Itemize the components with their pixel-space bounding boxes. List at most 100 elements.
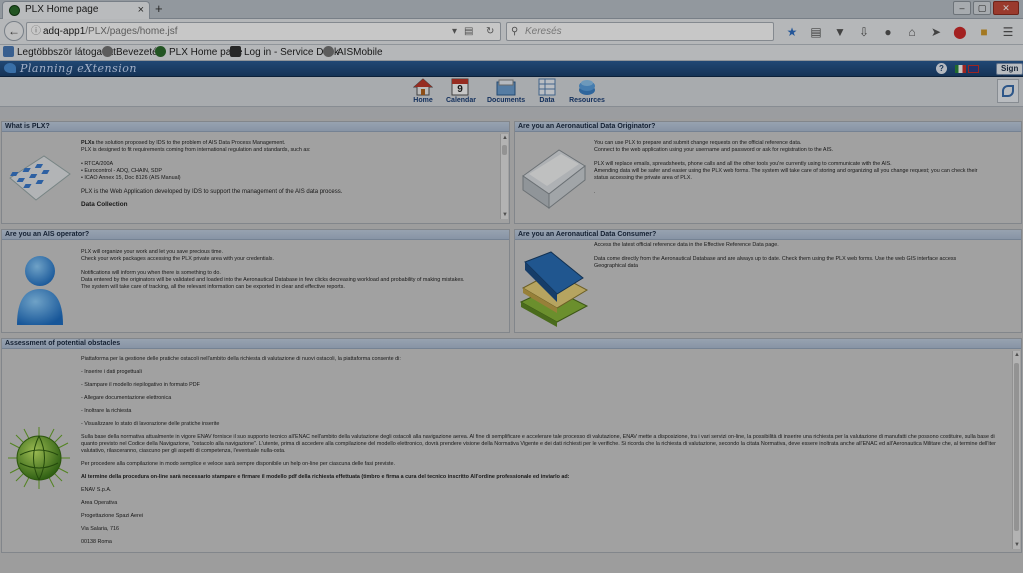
operator-text: PLX will organize your work and let you … [81,249,506,291]
globe-icon [323,46,334,57]
tab-title: PLX Home page [25,4,99,15]
scroll-up-icon[interactable]: ▲ [1013,351,1021,359]
user-avatar-icon [17,256,63,325]
address-line: Progettazione Spazi Aerei [81,513,144,519]
intro-bold: PLXs [81,140,95,146]
help-line: Per procedere alla compilazione in modo … [81,461,396,467]
scroll-thumb[interactable] [502,145,507,155]
panel-ais-operator: Are you an AIS operator? PLX will organi… [1,229,510,333]
bookmark-getting-started[interactable]: Bevezetés [102,45,163,61]
globe-icon [102,46,113,57]
panel-title: What is PLX? [2,122,509,132]
send-icon[interactable]: ➤ [924,23,948,41]
data-icon [538,78,556,96]
bookmarks-bar: Legtöbbször látogatott Bevezetés PLX Hom… [0,45,1023,61]
plx-favicon-icon [9,5,20,16]
tab-close-icon[interactable]: × [138,2,144,18]
separator-strip [0,107,1023,119]
bookmark-star-icon[interactable]: ★ [780,23,804,41]
pocket-icon[interactable]: ▼ [828,23,852,41]
standard-item: Eurocontrol - ADQ, CHAIN, SDP [84,168,162,174]
webapp-text: PLX is the Web Application developed by … [81,189,343,195]
bookmark-most-visited[interactable]: Legtöbbször látogatott [3,45,116,61]
url-bar[interactable]: ⓘ adq-app1/PLX/pages/home.jsf ▾ ▤ ↻ [26,22,501,41]
flag-english-icon[interactable] [968,65,979,73]
download-icon[interactable]: ⇩ [852,23,876,41]
panel-what-is-plx: What is PLX? PLXs the solution proposed … [1,121,510,224]
info-icon[interactable]: ⓘ [31,23,41,40]
app-logo[interactable]: Planning eXtension [4,62,137,76]
text-line: Data entered by the originators will be … [81,277,465,283]
maximize-button[interactable]: ▢ [973,1,991,15]
text-line [594,249,1019,256]
menu-label: Resources [569,97,605,104]
minimize-button[interactable]: ‒ [953,1,971,15]
panel-data-originator: Are you an Aeronautical Data Originator?… [514,121,1022,224]
menu-data[interactable]: Data [537,78,557,104]
feature-item: - Allegare documentazione elettronica [81,395,172,401]
menu-home[interactable]: Home [411,78,435,104]
address-line: 00138 Roma [81,539,112,545]
menu-calendar[interactable]: 9 Calendar [446,78,476,104]
menu-documents[interactable]: Documents [487,78,525,104]
scroll-thumb[interactable] [1014,363,1019,531]
menu-label: Calendar [446,97,476,104]
originator-text: You can use PLX to prepare and submit ch… [594,140,1019,196]
extension-icon[interactable]: ■ [972,23,996,41]
scroll-down-icon[interactable]: ▼ [501,211,509,219]
plx-description: PLXs the solution proposed by IDS to the… [81,140,491,208]
panel-body: You can use PLX to prepare and submit ch… [515,132,1021,224]
home-icon [413,78,433,96]
app-menu-bar: Home 9 Calendar Documents Data Resources [0,77,1023,107]
panel-scrollbar[interactable]: ▲ ▼ [500,134,508,219]
bookmark-folder-icon [3,46,14,57]
menu-label: Data [539,97,555,104]
text-line: Data come directly from the Aeronautical… [594,256,957,262]
panel-body: PLXs the solution proposed by IDS to the… [2,132,509,224]
intro-text: the solution proposed by IDS to the prob… [94,140,286,146]
menu-label: Documents [487,97,526,104]
search-placeholder: Keresés [525,26,562,37]
scroll-up-icon[interactable]: ▲ [501,134,509,142]
panel-scrollbar[interactable]: ▲ ▼ [1012,351,1020,549]
clipboard-icon[interactable]: ▤ [804,23,828,41]
adblock-icon[interactable]: ⬤ [948,23,972,41]
service-desk-icon [230,46,241,57]
standards-text: PLX is designed to fit requirements comi… [81,147,311,153]
text-line: . [594,189,596,195]
reload-icon[interactable]: ↻ [486,23,494,40]
menu-resources[interactable]: Resources [569,78,605,104]
panel-title: Assessment of potential obstacles [2,339,1021,349]
new-tab-button[interactable]: + [155,0,163,18]
data-collection-heading: Data Collection [81,201,128,208]
instructions-bold: Al termine della procedura on-line sarà … [81,474,570,480]
text-line [594,154,1019,161]
home-browser-icon[interactable]: ⌂ [900,23,924,41]
regulation-paragraph: Sulla base della normativa attualmente i… [81,434,996,454]
app-brand-icon[interactable] [997,79,1019,103]
bookmark-aismobile[interactable]: AISMobile [323,45,383,61]
reader-view-icon[interactable]: ▤ [464,23,473,40]
text-line: Notifications will inform you when there… [81,270,221,276]
url-path: /PLX/pages/home.jsf [85,26,178,37]
sign-in-button[interactable]: Sign in [996,63,1023,83]
back-arrow-icon[interactable]: ← [4,21,24,41]
browser-tab-bar: PLX Home page × + ‒ ▢ ✕ [0,0,1023,19]
panel-data-consumer: Are you an Aeronautical Data Consumer? A… [514,229,1022,333]
text-line [81,263,506,270]
text-line: Amending data will be safer and easier u… [594,168,978,174]
menu-icon[interactable]: ☰ [996,23,1020,41]
address-line: Area Operativa [81,500,118,506]
brand-logo-icon [1002,85,1014,97]
address-line: Via Salaria, 716 [81,526,119,532]
panel-obstacles: Assessment of potential obstacles Piatta… [1,338,1022,553]
flag-italian-icon[interactable] [955,65,966,73]
close-window-button[interactable]: ✕ [993,1,1019,15]
browser-tab[interactable]: PLX Home page × [2,1,150,19]
dropdown-arrow-icon[interactable]: ▾ [452,23,457,40]
help-icon[interactable]: ? [936,63,947,74]
calendar-day: 9 [457,84,463,95]
mask-icon[interactable]: ● [876,23,900,41]
scroll-down-icon[interactable]: ▼ [1013,541,1021,549]
search-input[interactable]: ⚲ Keresés [506,22,774,41]
